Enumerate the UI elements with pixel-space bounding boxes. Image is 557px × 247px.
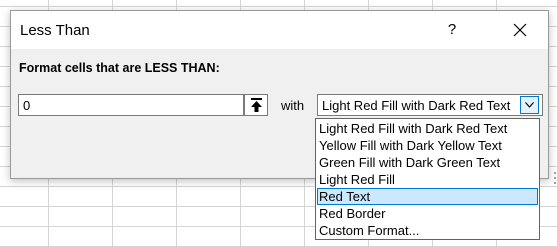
dialog-title: Less Than — [20, 22, 90, 39]
dropdown-option[interactable]: Custom Format... — [317, 222, 538, 239]
dropdown-option[interactable]: Red Border — [317, 205, 538, 222]
range-select-icon — [251, 98, 262, 112]
resize-grip-icon[interactable] — [552, 171, 557, 185]
dropdown-option[interactable]: Light Red Fill with Dark Red Text — [317, 120, 538, 137]
close-icon — [513, 23, 527, 37]
format-dropdown-list: Light Red Fill with Dark Red Text Yellow… — [315, 118, 540, 240]
dropdown-option[interactable]: Green Fill with Dark Green Text — [317, 154, 538, 171]
close-button[interactable] — [501, 15, 539, 45]
collapse-dialog-button[interactable] — [244, 94, 268, 116]
help-button[interactable]: ? — [433, 15, 471, 45]
dialog-titlebar: Less Than ? — [11, 11, 548, 49]
format-select-value: Light Red Fill with Dark Red Text — [322, 98, 511, 113]
format-dropdown-button[interactable] — [520, 96, 539, 114]
value-input[interactable]: 0 — [18, 94, 244, 116]
dropdown-option[interactable]: Light Red Fill — [317, 171, 538, 188]
dropdown-option-highlighted[interactable]: Red Text — [317, 188, 538, 205]
format-select[interactable]: Light Red Fill with Dark Red Text — [317, 94, 543, 116]
prompt-label: Format cells that are LESS THAN: — [19, 61, 220, 75]
with-label: with — [281, 98, 305, 113]
chevron-down-icon — [525, 102, 534, 108]
dropdown-option[interactable]: Yellow Fill with Dark Yellow Text — [317, 137, 538, 154]
